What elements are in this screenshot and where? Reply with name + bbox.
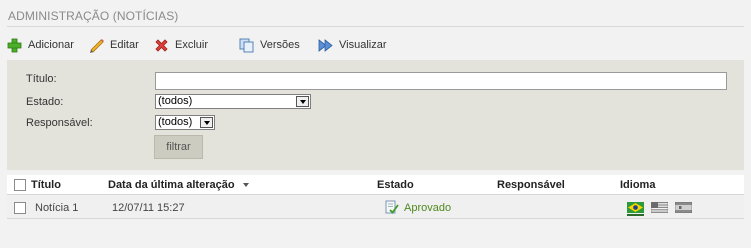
- delete-button-label: Excluir: [175, 39, 209, 51]
- page-title: ADMINISTRAÇÃO (NOTÍCIAS): [8, 9, 179, 23]
- versions-button[interactable]: Versões: [239, 36, 300, 54]
- title-filter-label: Título:: [26, 73, 57, 85]
- delete-x-icon: [155, 38, 168, 52]
- responsible-filter-select[interactable]: (todos): [155, 115, 215, 130]
- chevron-down-icon[interactable]: [200, 117, 213, 128]
- preview-arrows-icon: [318, 38, 333, 52]
- flag-usa-icon[interactable]: [651, 202, 668, 213]
- active-language-indicator: [627, 214, 644, 216]
- filter-panel: Título: Estado: (todos) Responsável: (to…: [7, 60, 744, 170]
- responsible-filter-value: (todos): [158, 116, 193, 128]
- filter-button[interactable]: filtrar: [154, 135, 203, 159]
- column-header-state[interactable]: Estado: [377, 179, 414, 191]
- state-filter-select[interactable]: (todos): [155, 94, 311, 109]
- approved-doc-icon: [385, 200, 399, 214]
- edit-button-label: Editar: [110, 39, 139, 51]
- edit-button[interactable]: Editar: [89, 36, 139, 54]
- add-button-label: Adicionar: [28, 39, 74, 51]
- flag-spain-icon[interactable]: [675, 202, 692, 213]
- row-state: Aprovado: [384, 200, 451, 215]
- column-header-date-label: Data da última alteração: [108, 179, 235, 191]
- plus-icon: [7, 38, 22, 52]
- delete-button[interactable]: Excluir: [154, 36, 208, 54]
- column-header-title[interactable]: Título: [31, 179, 61, 191]
- column-header-responsible[interactable]: Responsável: [497, 179, 565, 191]
- versions-button-label: Versões: [260, 39, 300, 51]
- preview-button-label: Visualizar: [339, 39, 387, 51]
- table-header: Título Data da última alteração Estado R…: [7, 175, 744, 195]
- responsible-filter-label: Responsável:: [26, 117, 93, 129]
- add-button[interactable]: Adicionar: [7, 36, 74, 54]
- column-header-date[interactable]: Data da última alteração: [108, 179, 249, 191]
- table-row[interactable]: Notícia 1 12/07/11 15:27 Aprovado: [7, 196, 744, 219]
- column-header-language[interactable]: Idioma: [620, 179, 655, 191]
- chevron-down-icon[interactable]: [296, 96, 309, 107]
- state-filter-value: (todos): [158, 95, 193, 107]
- row-checkbox[interactable]: [14, 202, 26, 214]
- title-divider: [7, 26, 744, 27]
- title-filter-input[interactable]: [155, 72, 727, 90]
- row-date: 12/07/11 15:27: [112, 202, 185, 214]
- row-state-label: Aprovado: [404, 201, 452, 214]
- flag-brazil-icon[interactable]: [627, 202, 644, 213]
- pencil-icon: [90, 38, 104, 53]
- versions-icon: [239, 38, 254, 52]
- preview-button[interactable]: Visualizar: [318, 36, 387, 54]
- state-filter-label: Estado:: [26, 96, 64, 108]
- row-title[interactable]: Notícia 1: [35, 202, 78, 214]
- select-all-checkbox[interactable]: [14, 179, 26, 191]
- sort-desc-icon: [242, 183, 249, 188]
